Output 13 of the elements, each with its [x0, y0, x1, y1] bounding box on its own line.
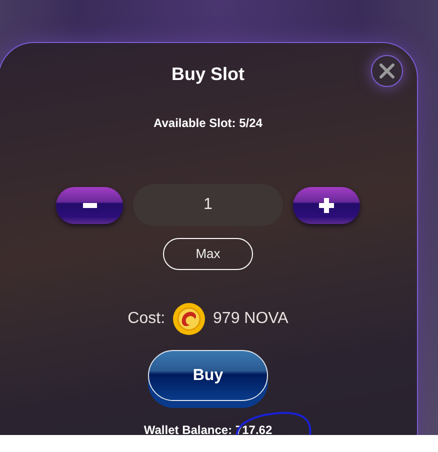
plus-icon[interactable]: [319, 198, 334, 212]
cost-label: Cost:: [128, 309, 166, 329]
cost-amount: 979 NOVA: [213, 309, 288, 329]
increment-button[interactable]: [293, 186, 360, 224]
close-icon: [379, 63, 395, 79]
close-button[interactable]: [371, 55, 403, 87]
decrement-button[interactable]: [56, 186, 123, 224]
coin-icon: [173, 303, 206, 335]
available-slot-text: Available Slot: 5/24: [154, 115, 262, 132]
dialog-title: Buy Slot: [171, 63, 244, 86]
max-button[interactable]: Max: [163, 238, 253, 270]
minus-icon: [82, 202, 96, 208]
quantity-field[interactable]: 1: [133, 184, 283, 226]
